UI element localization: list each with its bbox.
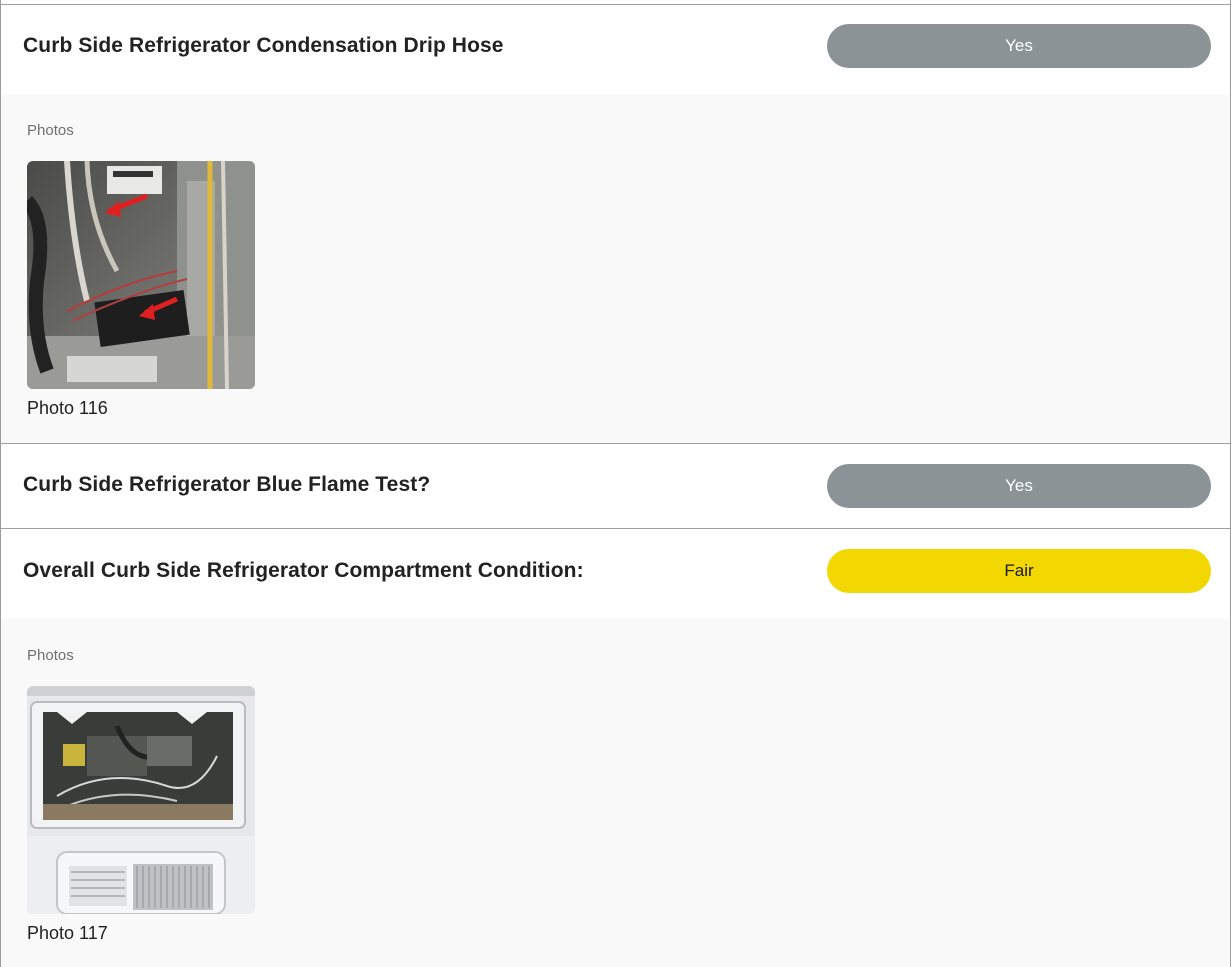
inspection-report: Curb Side Refrigerator Condensation Drip… (0, 0, 1231, 967)
item-title: Overall Curb Side Refrigerator Compartme… (23, 559, 584, 582)
answer-badge: Yes (827, 464, 1211, 508)
answer-badge: Yes (827, 24, 1211, 68)
photos-label: Photos (27, 647, 74, 664)
divider (1, 443, 1230, 444)
photo-117-image (27, 686, 255, 914)
answer-badge: Fair (827, 549, 1211, 593)
photo-caption: Photo 117 (27, 923, 108, 943)
divider (1, 528, 1230, 529)
photos-panel: Photos (1, 619, 1230, 967)
photos-panel: Photos (1, 94, 1230, 443)
item-title: Curb Side Refrigerator Blue Flame Test? (23, 473, 431, 496)
photo-116-image (27, 161, 255, 389)
item-title: Curb Side Refrigerator Condensation Drip… (23, 34, 504, 57)
photo-thumbnail[interactable] (27, 161, 255, 389)
photo-thumbnail[interactable] (27, 686, 255, 914)
photo-caption: Photo 116 (27, 398, 108, 418)
divider (1, 4, 1230, 5)
photos-label: Photos (27, 122, 74, 139)
